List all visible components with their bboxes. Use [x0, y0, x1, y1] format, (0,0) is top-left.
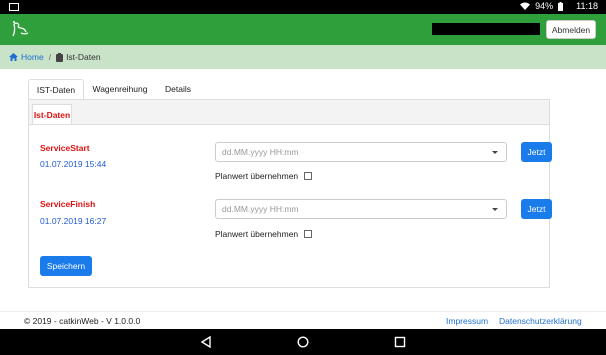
breadcrumb-separator: /: [48, 52, 52, 62]
screenshot-icon: [9, 3, 19, 11]
wifi-icon: [520, 2, 531, 10]
clock: 11:18: [576, 1, 598, 11]
service-start-jetzt-button[interactable]: Jetzt: [521, 142, 552, 162]
panel-header: [29, 100, 549, 125]
service-finish-label: ServiceFinish: [40, 199, 96, 209]
breadcrumb-current-label: Ist-Daten: [66, 52, 101, 62]
subtab-ist-daten[interactable]: Ist-Daten: [32, 104, 72, 124]
service-start-planwert-label: Planwert übernehmen: [215, 171, 299, 181]
service-start-placeholder: dd.MM.yyyy HH:mm: [222, 147, 299, 157]
service-start-label: ServiceStart: [40, 143, 90, 153]
back-icon[interactable]: [200, 336, 212, 348]
tab-ist-daten[interactable]: IST-Daten: [28, 79, 84, 99]
breadcrumb-home-label: Home: [21, 52, 44, 62]
breadcrumb: Home / Ist-Daten: [0, 45, 606, 69]
home-icon: [9, 53, 18, 61]
catkin-logo-icon: [12, 21, 29, 37]
service-start-planwert: Planwert übernehmen: [215, 171, 313, 181]
copyright-text: © 2019 - catkinWeb - V 1.0.0.0: [24, 316, 141, 326]
clipboard-icon: [56, 52, 64, 62]
breadcrumb-current: Ist-Daten: [56, 52, 101, 62]
service-finish-planwert-label: Planwert übernehmen: [215, 229, 299, 239]
battery-icon: [558, 1, 564, 11]
ist-daten-panel: [28, 99, 550, 288]
impressum-link[interactable]: Impressum: [446, 316, 488, 326]
chevron-down-icon[interactable]: [492, 208, 498, 211]
android-status-bar: 94% 11:18: [0, 0, 606, 14]
service-finish-planwert-checkbox[interactable]: [304, 230, 313, 238]
android-nav-bar: [0, 329, 606, 355]
datenschutz-link[interactable]: Datenschutzerklärung: [499, 316, 582, 326]
service-start-datetime-input[interactable]: dd.MM.yyyy HH:mm: [215, 142, 507, 162]
service-finish-planwert: Planwert übernehmen: [215, 229, 313, 239]
tab-details[interactable]: Details: [158, 79, 198, 99]
redacted-username: [432, 23, 540, 35]
save-button[interactable]: Speichern: [40, 256, 92, 276]
app-header: Abmelden: [0, 14, 606, 45]
recents-icon[interactable]: [394, 336, 406, 348]
service-finish-value: 01.07.2019 16:27: [40, 216, 107, 226]
tab-wagenreihung[interactable]: Wagenreihung: [88, 79, 152, 99]
chevron-down-icon[interactable]: [492, 151, 498, 154]
breadcrumb-home[interactable]: Home: [9, 52, 44, 62]
service-start-planwert-checkbox[interactable]: [304, 172, 313, 180]
service-finish-placeholder: dd.MM.yyyy HH:mm: [222, 204, 299, 214]
service-start-value: 01.07.2019 15:44: [40, 159, 107, 169]
service-finish-datetime-input[interactable]: dd.MM.yyyy HH:mm: [215, 199, 507, 219]
battery-percent: 94%: [535, 1, 554, 11]
footer: © 2019 - catkinWeb - V 1.0.0.0 Impressum…: [0, 311, 606, 330]
logout-button[interactable]: Abmelden: [546, 20, 596, 39]
home-nav-icon[interactable]: [297, 336, 309, 348]
service-finish-jetzt-button[interactable]: Jetzt: [521, 199, 552, 219]
